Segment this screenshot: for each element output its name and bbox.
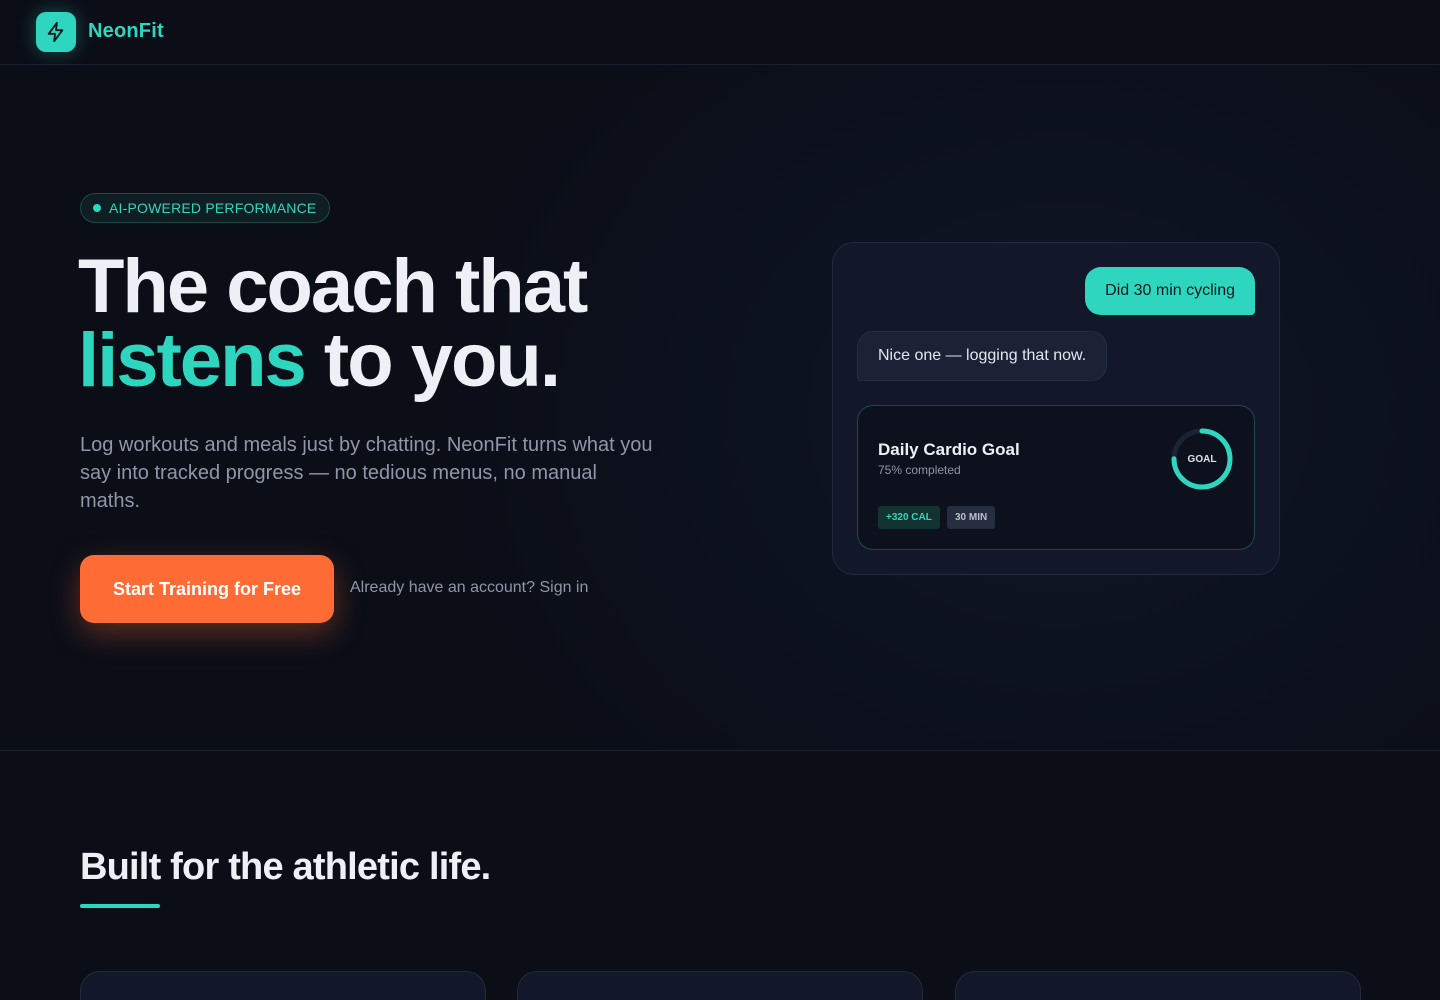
hero-section: AI-POWERED PERFORMANCE The coach that li… [0,65,1440,751]
start-training-button[interactable]: Start Training for Free [80,555,334,623]
cardio-goal-card: Daily Cardio Goal 75% completed GOAL +32… [857,405,1255,550]
feature-card [955,971,1361,1000]
feature-card [517,971,923,1000]
bot-message-bubble: Nice one — logging that now. [857,331,1108,381]
ai-badge: AI-POWERED PERFORMANCE [80,193,331,223]
lightning-bolt-icon[interactable] [36,12,76,52]
goal-ring-label: GOAL [1187,453,1217,465]
headline-accent: listens [78,318,307,403]
goal-title: Daily Cardio Goal [878,440,1020,459]
headline-rest: to you. [304,318,561,403]
hero-subtext: Log workouts and meals just by chatting.… [80,434,653,512]
feature-card [80,971,486,1000]
minutes-tag: 30 MIN [947,506,996,529]
features-underline [80,904,160,908]
sign-in-link[interactable]: Already have an account? Sign in [350,579,588,597]
badge-label: AI-POWERED PERFORMANCE [109,200,317,216]
hero-headline: The coach that listens to you. [78,249,588,399]
features-title: Built for the athletic life. [80,846,491,888]
calories-tag: +320 CAL [878,506,940,529]
headline-line1: The coach that [78,244,588,329]
badge-dot-icon [93,204,101,212]
user-message-bubble: Did 30 min cycling [1085,267,1255,315]
site-header: NeonFit [0,0,1440,65]
brand-name[interactable]: NeonFit [88,20,164,43]
goal-subtitle: 75% completed [878,463,961,477]
chat-preview-card: Did 30 min cycling Nice one — logging th… [832,242,1280,575]
